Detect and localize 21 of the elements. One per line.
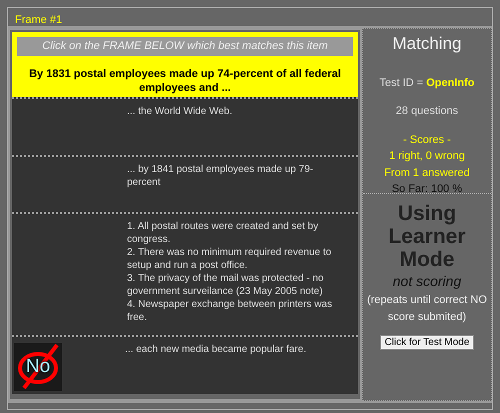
answer-text: ... by 1841 postal employees made up 79-percent: [127, 163, 314, 190]
mode-title: Using Learner Mode: [387, 202, 467, 272]
test-id-text: Test ID = OpenInfo: [378, 76, 476, 90]
score-line: 1 right, 0 wrong: [388, 149, 466, 164]
question-count: 28 questions: [394, 104, 460, 119]
test-mode-button[interactable]: Click for Test Mode: [380, 335, 474, 350]
frame-title: Frame #1: [15, 14, 62, 26]
score-percent: So Far: 100 %: [390, 182, 464, 197]
panel-title: Matching: [392, 33, 462, 55]
mode-detail: (repeats until correct NO score submited): [367, 293, 487, 325]
score-line: From 1 answered: [383, 166, 471, 180]
answer-text: ... the World Wide Web.: [127, 105, 234, 119]
answer-frame[interactable]: ... by 1841 postal employees made up 79-percent: [12, 155, 358, 212]
answer-text: ... each new media became popular fare.: [125, 343, 308, 357]
question-text: By 1831 postal employees made up 74-percent of all federal employees and ...: [28, 66, 342, 96]
instruction-text: Click on the FRAME BELOW which best matches this item: [17, 37, 353, 56]
answer-frame[interactable]: [12, 212, 358, 335]
answer-frame[interactable]: ... the World Wide Web.: [12, 97, 358, 155]
mode-note: not scoring: [392, 272, 462, 292]
answer-text: 1. All postal routes were created and set by congress. 2. There was no minimum required revenue to setup and run a post office. 3. The privacy of the mail was protected - no government surveilance (23 May 2005 note) 4. Newspaper exchange between printers was free.: [127, 220, 334, 325]
score-line: - Scores -: [402, 132, 452, 148]
